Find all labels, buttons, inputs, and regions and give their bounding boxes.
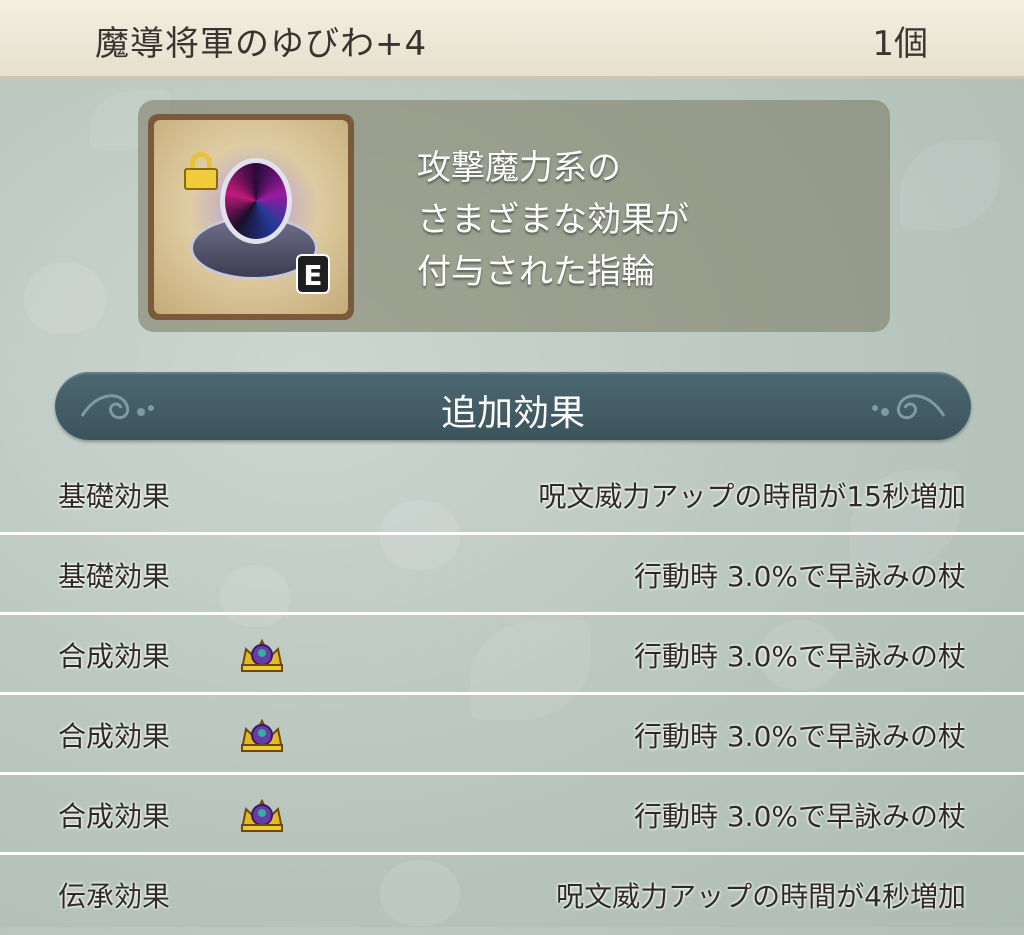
effect-type-label: 合成効果 — [58, 800, 171, 833]
effect-value: 行動時 3.0%で早詠みの杖 — [633, 720, 966, 753]
crown-icon — [240, 718, 284, 752]
description-line: 付与された指輪 — [417, 252, 655, 292]
effect-type-label: 伝承効果 — [58, 880, 171, 913]
background-slime-shape — [24, 262, 106, 334]
item-icon-frame[interactable]: E — [148, 114, 354, 320]
effect-row: 合成効果 行動時 3.0%で早詠みの杖 — [0, 775, 1024, 855]
item-header: 魔導将軍のゆびわ+4 1個 — [0, 0, 1024, 79]
section-title: 追加効果 — [440, 393, 585, 434]
effect-row: 合成効果 行動時 3.0%で早詠みの杖 — [0, 615, 1024, 695]
item-name: 魔導将軍のゆびわ+4 — [95, 24, 428, 64]
effect-value: 行動時 3.0%で早詠みの杖 — [633, 640, 966, 673]
effect-row: 基礎効果 行動時 3.0%で早詠みの杖 — [0, 535, 1024, 615]
description-line: 攻撃魔力系の — [417, 148, 621, 188]
effect-value: 行動時 3.0%で早詠みの杖 — [633, 560, 966, 593]
effect-row: 伝承効果 呪文威力アップの時間が4秒増加 — [0, 855, 1024, 935]
effect-type-label: 基礎効果 — [58, 480, 171, 513]
crown-icon — [240, 798, 284, 832]
effect-value: 呪文威力アップの時間が15秒増加 — [538, 480, 966, 513]
background-leaf-shape — [900, 140, 1000, 230]
effect-row: 合成効果 行動時 3.0%で早詠みの杖 — [0, 695, 1024, 775]
item-count: 1個 — [872, 24, 928, 64]
additional-effects-banner: 追加効果 — [55, 372, 971, 440]
effect-value: 呪文威力アップの時間が4秒増加 — [556, 880, 966, 913]
effect-type-label: 合成効果 — [58, 720, 171, 753]
effect-value: 行動時 3.0%で早詠みの杖 — [633, 800, 966, 833]
effect-type-label: 基礎効果 — [58, 560, 171, 593]
item-description: 攻撃魔力系の さまざまな効果が 付与された指輪 — [417, 142, 857, 298]
flourish-ornament-icon — [872, 394, 946, 420]
equipped-badge: E — [296, 254, 330, 294]
effects-list: 基礎効果 呪文威力アップの時間が15秒増加 基礎効果 行動時 3.0%で早詠みの… — [0, 455, 1024, 935]
lock-icon — [184, 152, 218, 190]
description-line: さまざまな効果が — [417, 200, 689, 240]
effect-row: 基礎効果 呪文威力アップの時間が15秒増加 — [0, 455, 1024, 535]
effect-type-label: 合成効果 — [58, 640, 171, 673]
crown-icon — [240, 638, 284, 672]
